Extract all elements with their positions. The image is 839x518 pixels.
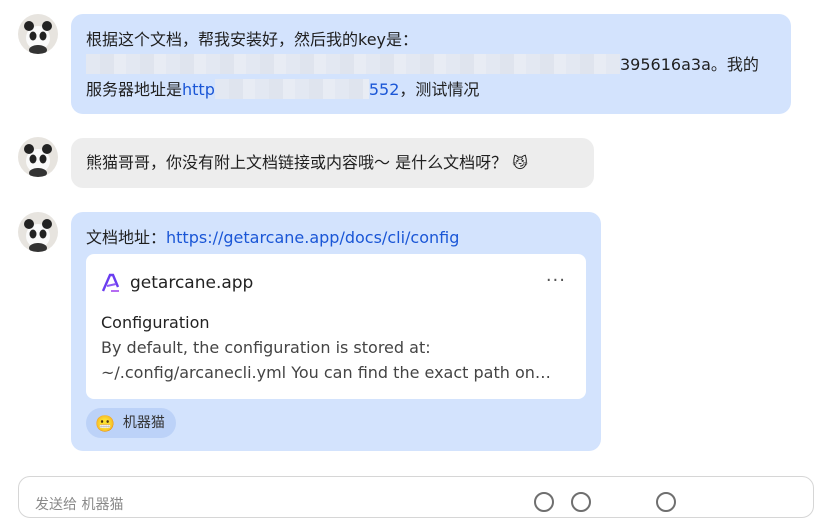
bot-message-text: 熊猫哥哥，你没有附上文档链接或内容哦～ 是什么文档呀？: [86, 153, 508, 172]
card-title: Configuration: [101, 313, 210, 332]
grimace-emoji-icon: 😬: [95, 413, 115, 433]
message-line-1: 根据这个文档，帮我安装好，然后我的key是：: [86, 30, 419, 49]
more-options-icon[interactable]: ···: [546, 268, 566, 293]
message-line-2: 395616a3a。我的: [86, 52, 776, 77]
user-message-bubble: 文档地址：https://getarcane.app/docs/cli/conf…: [71, 212, 601, 451]
card-site-name: getarcane.app: [130, 273, 254, 293]
doc-url-label: 文档地址：: [86, 228, 167, 247]
key-visible-tail: 395616a3a。我的: [620, 55, 759, 74]
server-url-end[interactable]: 552: [369, 80, 400, 99]
bot-mention-chip[interactable]: 😬 机器猫: [86, 408, 176, 438]
chip-label: 机器猫: [122, 414, 165, 431]
mention-icon[interactable]: [534, 492, 554, 512]
image-icon[interactable]: [656, 492, 676, 512]
message-composer[interactable]: 发送给 机器猫: [18, 476, 814, 518]
arcane-logo-icon: [101, 273, 120, 292]
doc-url-link[interactable]: https://getarcane.app/docs/cli/config: [166, 228, 459, 247]
bot-message-bubble: 熊猫哥哥，你没有附上文档链接或内容哦～ 是什么文档呀？ 😼: [71, 138, 594, 188]
doc-url-line: 文档地址：https://getarcane.app/docs/cli/conf…: [86, 225, 459, 250]
emoji-icon[interactable]: [571, 492, 591, 512]
card-description: By default, the configuration is stored …: [101, 338, 535, 382]
redacted-key: [86, 54, 620, 74]
server-url-start[interactable]: http: [182, 80, 215, 99]
test-status-text: ，测试情况: [399, 80, 480, 99]
user-avatar[interactable]: [18, 212, 58, 252]
redacted-url: [214, 79, 369, 99]
message-line-3: 服务器地址是http 552，测试情况: [86, 77, 776, 102]
user-message-bubble: 根据这个文档，帮我安装好，然后我的key是： 395616a3a。我的 服务器地…: [71, 14, 791, 114]
bot-avatar[interactable]: [18, 137, 58, 177]
server-address-label: 服务器地址是: [86, 80, 183, 99]
user-avatar[interactable]: [18, 14, 58, 54]
composer-placeholder: 发送给 机器猫: [35, 497, 124, 513]
link-preview-card[interactable]: getarcane.app ··· Configuration By defau…: [86, 254, 586, 399]
cat-emoji-icon: 😼: [512, 154, 528, 172]
